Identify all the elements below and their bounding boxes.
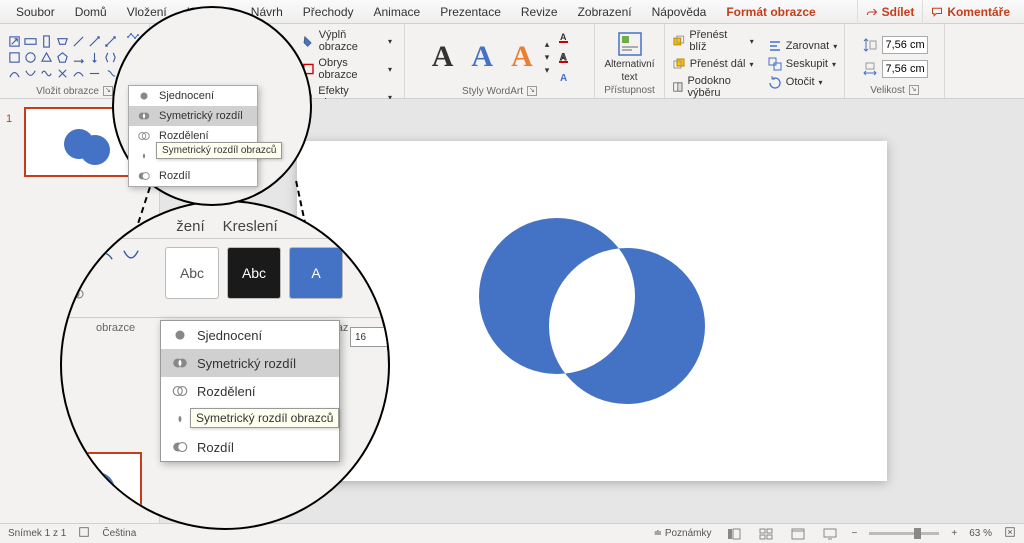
zoom-out-button[interactable]: −	[852, 528, 858, 539]
tab-home[interactable]: Domů	[65, 0, 117, 24]
tab-animations[interactable]: Animace	[364, 0, 431, 24]
tab-view[interactable]: Zobrazení	[568, 0, 642, 24]
zoom-style-3: A	[289, 247, 343, 299]
tab-help[interactable]: Nápověda	[642, 0, 717, 24]
zoom-merge-union: Sjednocení	[161, 321, 339, 349]
zoom-edit-shape-icon	[68, 245, 86, 263]
zoom-in-button[interactable]: +	[951, 528, 957, 539]
zoom-style-1: Abc	[165, 247, 219, 299]
text-fill-button[interactable]: A	[555, 28, 573, 46]
zoom-group-label-shapes: obrazce	[96, 322, 135, 334]
dialog-launcher-icon[interactable]: ↘	[103, 86, 113, 96]
zoom-merge-tooltip: Symetrický rozdíl obrazců	[190, 408, 339, 428]
bring-forward-button[interactable]: Přenést blíž ▾	[668, 28, 758, 54]
comments-label: Komentáře	[947, 5, 1010, 19]
height-icon	[862, 37, 878, 53]
zoom-annotation-large: žení Kreslení A Abc Abc A obrazce	[60, 200, 390, 530]
tab-slideshow[interactable]: Prezentace	[430, 0, 511, 24]
zoom-style-2: Abc	[227, 247, 281, 299]
tab-file[interactable]: Soubor	[6, 0, 65, 24]
alt-text-icon	[617, 31, 643, 57]
group-wordart-styles: A A A ▴▾▾ A A A Styly WordArt ↘	[405, 24, 595, 98]
text-outline-button[interactable]: A	[555, 48, 573, 66]
width-icon	[862, 61, 878, 77]
share-button[interactable]: Sdílet	[857, 0, 923, 24]
zoom-shape-curve-icon	[94, 245, 116, 265]
rotate-button[interactable]: Otočit ▾	[764, 74, 827, 90]
share-icon	[866, 6, 878, 18]
zoom-merge-fragment: Rozdělení	[161, 377, 339, 405]
zoom-level[interactable]: 63 %	[969, 528, 992, 539]
tab-format-shape[interactable]: Formát obrazce	[716, 0, 825, 24]
group-shapes-button[interactable]: Seskupit ▾	[764, 56, 840, 72]
shapes-gallery[interactable]	[8, 34, 118, 80]
group-label-size: Velikost	[870, 85, 904, 96]
venn-shapes[interactable]	[462, 211, 722, 411]
shape-outline-button[interactable]: Obrys obrazce ▾	[298, 56, 396, 82]
zoom-thumb-circle-icon	[79, 472, 115, 508]
fit-to-window-button[interactable]	[1004, 526, 1016, 541]
group-accessibility: Alternativní text Přístupnost	[595, 24, 665, 98]
view-sorter-button[interactable]	[756, 526, 776, 542]
selection-pane-button[interactable]: Podokno výběru	[668, 74, 758, 100]
svg-text:A: A	[74, 272, 78, 278]
send-backward-button[interactable]: Přenést dál ▾	[668, 56, 758, 72]
ribbon-tabs: Soubor Domů Vložení Kreslení Návrh Přech…	[0, 0, 1024, 24]
notes-button[interactable]: ≐ Poznámky	[654, 528, 712, 539]
view-slideshow-button[interactable]	[820, 526, 840, 542]
thumbnail-number: 1	[6, 113, 12, 125]
wordart-style-1[interactable]: A	[426, 40, 460, 74]
zoom-merge-icon	[68, 285, 86, 303]
zoom-merge-subtract: Rozdíl	[161, 433, 339, 461]
merge-shapes-menu: Sjednocení Symetrický rozdíl Rozdělení P…	[128, 85, 258, 187]
merge-subtract[interactable]: Rozdíl	[129, 166, 257, 186]
shape-height-input[interactable]	[882, 36, 928, 54]
svg-text:A: A	[560, 52, 567, 62]
view-reading-button[interactable]	[788, 526, 808, 542]
svg-text:A: A	[560, 73, 567, 84]
zoom-ruler-value: 16	[350, 327, 390, 347]
tab-review[interactable]: Revize	[511, 0, 568, 24]
zoom-slider[interactable]	[869, 532, 939, 535]
group-label-accessibility: Přístupnost	[604, 85, 655, 96]
merge-tooltip: Symetrický rozdíl obrazců	[156, 142, 282, 159]
view-normal-button[interactable]	[724, 526, 744, 542]
shape-width-row	[862, 60, 928, 78]
zoom-merge-combine: Symetrický rozdíl	[161, 349, 339, 377]
wordart-gallery-more[interactable]: ▴▾▾	[545, 39, 550, 76]
zoom-tabs: žení Kreslení	[62, 205, 390, 235]
shape-fill-button[interactable]: Výplň obrazce ▾	[298, 28, 396, 54]
zoom-textbox-icon: A	[68, 265, 86, 283]
wordart-style-2[interactable]: A	[465, 40, 499, 74]
comment-icon	[931, 6, 943, 18]
alt-text-button[interactable]: Alternativní text	[600, 31, 660, 83]
dialog-launcher-icon[interactable]: ↘	[527, 86, 537, 96]
group-label-insert-shapes: Vložit obrazce	[36, 86, 99, 97]
svg-text:A: A	[560, 32, 567, 42]
zoom-shape-curve-icon	[120, 245, 142, 265]
group-arrange: Přenést blíž ▾ Přenést dál ▾ Podokno výb…	[665, 24, 845, 98]
group-label-wordart-styles: Styly WordArt	[462, 86, 523, 97]
shape-width-input[interactable]	[882, 60, 928, 78]
share-label: Sdílet	[882, 5, 915, 19]
thumb-circle-icon	[80, 135, 110, 165]
status-slide-counter: Snímek 1 z 1	[8, 528, 66, 539]
comments-button[interactable]: Komentáře	[922, 0, 1018, 24]
merge-union[interactable]: Sjednocení	[129, 86, 257, 106]
accessibility-status-icon[interactable]	[78, 526, 90, 541]
dialog-launcher-icon[interactable]: ↘	[909, 85, 919, 95]
group-size: Velikost ↘	[845, 24, 945, 98]
zoom-merge-menu: Sjednocení Symetrický rozdíl Rozdělení P…	[160, 320, 340, 462]
merge-combine[interactable]: Symetrický rozdíl	[129, 106, 257, 126]
status-language[interactable]: Čeština	[102, 528, 136, 539]
wordart-style-3[interactable]: A	[505, 40, 539, 74]
shape-height-row	[862, 36, 928, 54]
text-effects-button[interactable]: A	[555, 68, 573, 86]
align-button[interactable]: Zarovnat ▾	[764, 38, 841, 54]
tab-transitions[interactable]: Přechody	[293, 0, 364, 24]
